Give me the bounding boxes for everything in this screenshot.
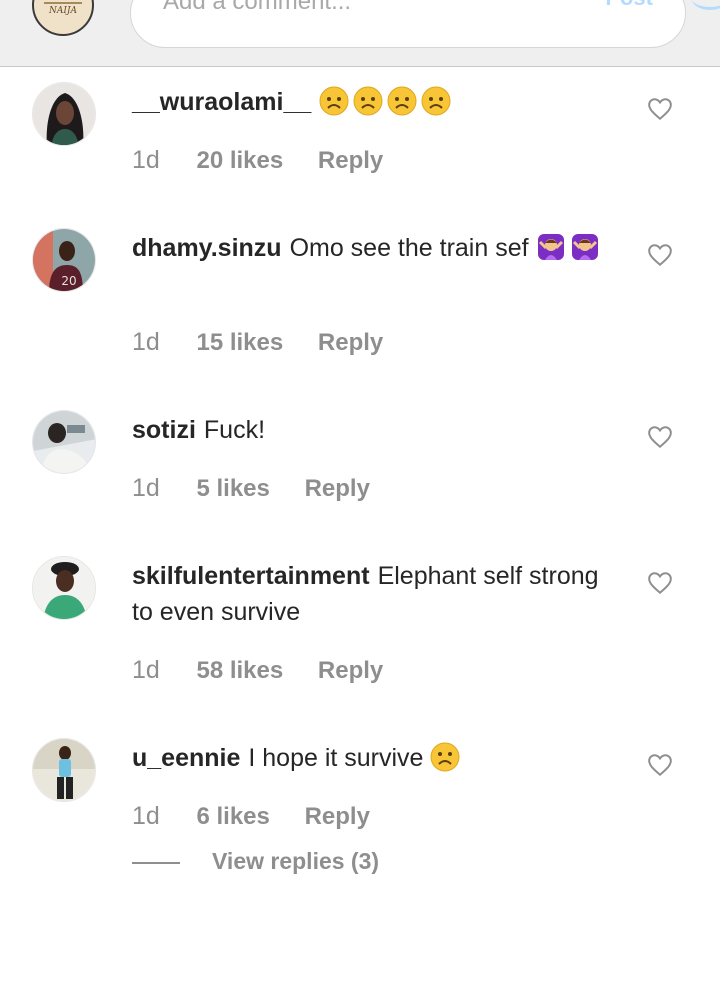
- reply-button[interactable]: Reply: [318, 329, 383, 356]
- comment-time: 1d: [132, 328, 160, 356]
- comment-likes[interactable]: 15 likes: [196, 329, 283, 356]
- post-button[interactable]: Post: [605, 0, 653, 11]
- reply-button[interactable]: Reply: [305, 803, 370, 830]
- comment-username[interactable]: sotizi: [132, 416, 196, 444]
- sad-emoji-icon: [353, 86, 387, 116]
- comment-username[interactable]: __wuraolami__: [132, 88, 311, 116]
- comment-likes[interactable]: 58 likes: [196, 657, 283, 684]
- heart-icon[interactable]: [647, 96, 673, 122]
- comment-meta: 1d 58 likes Reply: [132, 656, 383, 685]
- comment-meta: 1d 15 likes Reply: [132, 328, 383, 357]
- comment-meta: 1d 20 likes Reply: [132, 146, 383, 175]
- person-gesturing-no-emoji-icon: [570, 234, 604, 262]
- heart-icon[interactable]: [647, 242, 673, 268]
- comment-username[interactable]: skilfulentertainment: [132, 562, 370, 590]
- comment-time: 1d: [132, 656, 160, 684]
- reply-button[interactable]: Reply: [305, 475, 370, 502]
- avatar[interactable]: 20: [32, 228, 96, 292]
- comment-time: 1d: [132, 146, 160, 174]
- avatar[interactable]: [32, 556, 96, 620]
- sad-emoji-icon: [421, 86, 455, 116]
- comment-input[interactable]: [163, 0, 563, 25]
- comment-likes[interactable]: 20 likes: [196, 147, 283, 174]
- comment-box: Post: [130, 0, 686, 48]
- heart-icon[interactable]: [647, 424, 673, 450]
- comment-username[interactable]: u_eennie: [132, 744, 240, 772]
- comment-likes[interactable]: 6 likes: [196, 803, 269, 830]
- comment-likes[interactable]: 5 likes: [196, 475, 269, 502]
- current-user-avatar[interactable]: NAIJA: [32, 0, 94, 36]
- sad-emoji-icon: [387, 86, 421, 116]
- svg-text:20: 20: [61, 274, 76, 288]
- comment-text: skilfulentertainment Elephant self strong…: [132, 562, 599, 626]
- frowning-face-emoji-icon: [430, 742, 464, 772]
- reply-button[interactable]: Reply: [318, 147, 383, 174]
- heart-icon[interactable]: [647, 570, 673, 596]
- comment-composer-bar: NAIJA Post: [0, 0, 720, 67]
- comment-meta: 1d 5 likes Reply: [132, 474, 370, 503]
- avatar[interactable]: [32, 738, 96, 802]
- comment-text: dhamy.sinzu Omo see the train sef: [132, 230, 612, 266]
- heart-icon[interactable]: [647, 752, 673, 778]
- comment-meta: 1d 6 likes Reply: [132, 802, 370, 831]
- comment-username[interactable]: dhamy.sinzu: [132, 234, 282, 262]
- comment-text: u_eennie I hope it survive: [132, 740, 612, 776]
- comment-time: 1d: [132, 802, 160, 830]
- comment-time: 1d: [132, 474, 160, 502]
- divider-line: [132, 861, 180, 864]
- avatar[interactable]: [32, 82, 96, 146]
- person-gesturing-no-emoji-icon: [536, 234, 570, 262]
- comment-text: sotizi Fuck!: [132, 416, 266, 444]
- sad-emoji-icon: [319, 86, 353, 116]
- view-replies-link[interactable]: View replies (3): [132, 848, 379, 875]
- edge-accent: [692, 0, 720, 10]
- comment-text: __wuraolami__: [132, 84, 612, 120]
- avatar[interactable]: [32, 410, 96, 474]
- reply-button[interactable]: Reply: [318, 657, 383, 684]
